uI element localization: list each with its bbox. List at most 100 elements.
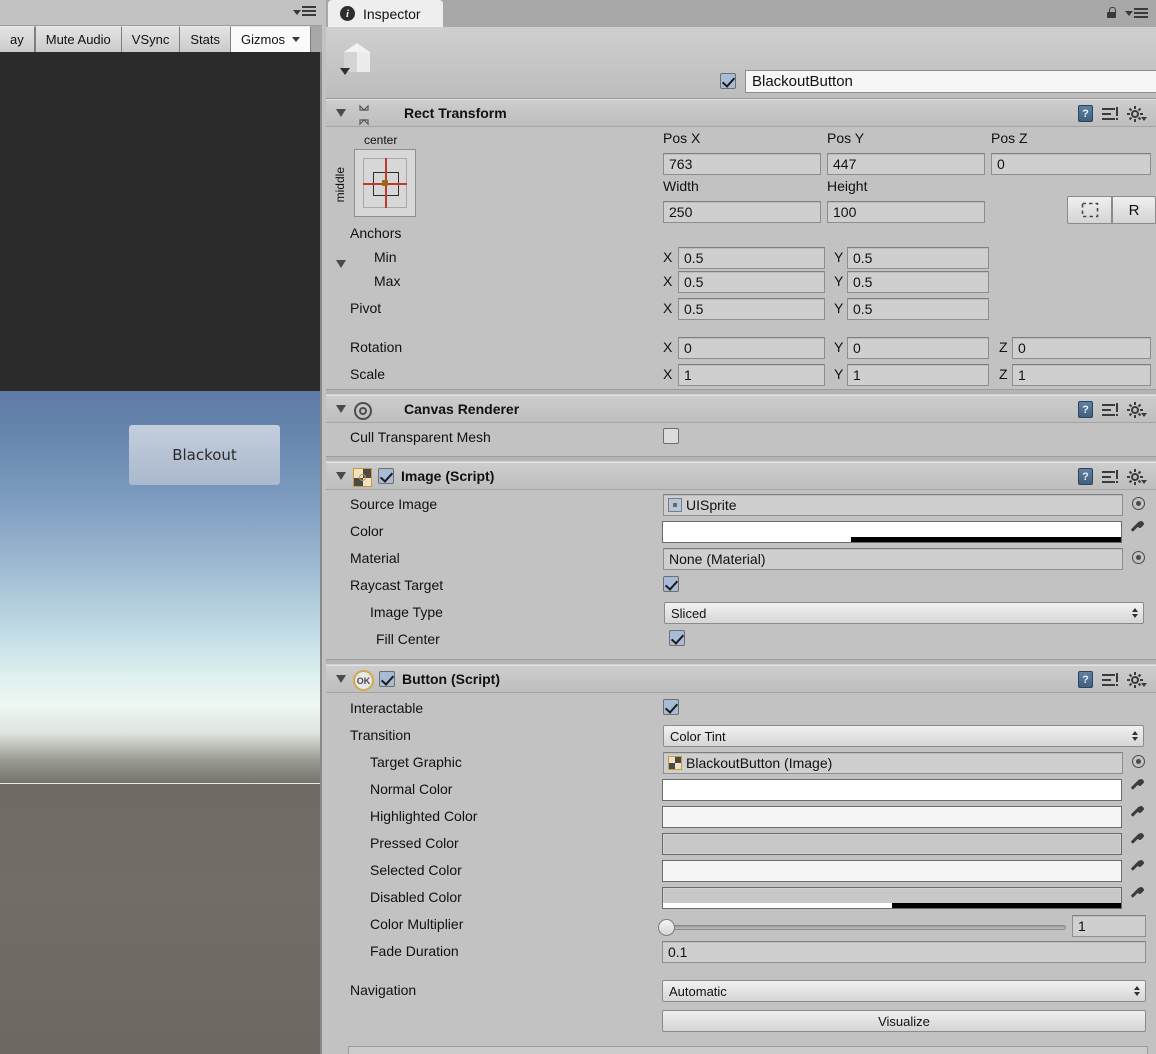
highlighted-color-eyedropper-icon[interactable]: [1128, 806, 1146, 826]
toolbar-button-vsync[interactable]: VSync: [121, 26, 181, 52]
pressed-color-swatch[interactable]: [662, 833, 1122, 855]
component-header-image-script[interactable]: Image (Script) ?: [326, 462, 1156, 490]
foldout-arrow-icon[interactable]: [336, 109, 346, 117]
target-graphic-field[interactable]: BlackoutButton (Image): [663, 752, 1123, 774]
disabled-color-eyedropper-icon[interactable]: [1128, 887, 1146, 907]
image-type-dropdown[interactable]: Sliced: [664, 602, 1144, 624]
source-image-picker-icon[interactable]: [1132, 497, 1145, 510]
transition-dropdown[interactable]: Color Tint: [663, 725, 1144, 747]
pressed-color-eyedropper-icon[interactable]: [1128, 833, 1146, 853]
color-multiplier-input[interactable]: 1: [1072, 915, 1146, 937]
chevron-down-icon: [293, 9, 301, 15]
pos-x-input[interactable]: 763: [663, 153, 821, 175]
settings-gear-icon[interactable]: [1127, 468, 1147, 485]
interactable-checkbox[interactable]: [663, 699, 679, 715]
help-icon[interactable]: ?: [1078, 105, 1093, 122]
foldout-arrow-icon[interactable]: [336, 405, 346, 413]
source-image-field[interactable]: UISprite: [663, 494, 1123, 516]
scale-x-input[interactable]: 1: [678, 364, 825, 386]
settings-gear-icon[interactable]: [1127, 671, 1147, 688]
pivot-y-input[interactable]: 0.5: [847, 298, 989, 320]
scale-z-input[interactable]: 1: [1012, 364, 1151, 386]
pos-z-input[interactable]: 0: [991, 153, 1151, 175]
preset-icon[interactable]: [1102, 402, 1118, 417]
cull-transparent-mesh-checkbox[interactable]: [663, 428, 679, 444]
selected-color-swatch[interactable]: [662, 860, 1122, 882]
anchor-max-x-input[interactable]: 0.5: [678, 271, 825, 293]
axis-y-label: Y: [834, 339, 844, 355]
gameobject-name-input[interactable]: BlackoutButton: [745, 70, 1156, 93]
rotation-x-input[interactable]: 0: [678, 337, 825, 359]
chevron-down-icon: [1125, 11, 1133, 16]
lock-icon[interactable]: [1107, 7, 1116, 18]
preset-icon[interactable]: [1102, 469, 1118, 484]
anchor-preset-button[interactable]: [354, 149, 416, 217]
fill-center-checkbox[interactable]: [669, 630, 685, 646]
color-eyedropper-icon[interactable]: [1128, 521, 1146, 541]
anchor-max-y-input[interactable]: 0.5: [847, 271, 989, 293]
anchor-min-x-input[interactable]: 0.5: [678, 247, 825, 269]
height-input[interactable]: 100: [827, 201, 985, 223]
target-graphic-picker-icon[interactable]: [1132, 755, 1145, 768]
help-icon[interactable]: ?: [1078, 671, 1093, 688]
onclick-event-box[interactable]: On Click (): [348, 1046, 1148, 1054]
disabled-color-swatch[interactable]: [662, 887, 1122, 909]
raycast-target-checkbox[interactable]: [663, 576, 679, 592]
gameobject-header: BlackoutButton Static Tag Untagged Layer…: [326, 27, 1156, 122]
normal-color-eyedropper-icon[interactable]: [1128, 779, 1146, 799]
button-script-body: Interactable Transition Color Tint Targe…: [326, 693, 1156, 1037]
anchor-min-y-input[interactable]: 0.5: [847, 247, 989, 269]
component-header-button-script[interactable]: OK Button (Script) ?: [326, 665, 1156, 693]
button-script-enabled-checkbox[interactable]: [379, 671, 395, 687]
blueprint-mode-button[interactable]: [1067, 196, 1112, 224]
axis-x-label: X: [663, 339, 673, 355]
raw-edit-button[interactable]: R: [1112, 196, 1156, 224]
chevron-down-icon[interactable]: [340, 68, 350, 75]
normal-color-swatch[interactable]: [662, 779, 1122, 801]
preset-icon[interactable]: [1102, 672, 1118, 687]
gameobject-enabled-checkbox[interactable]: [720, 73, 736, 89]
color-multiplier-slider-handle[interactable]: [658, 919, 675, 936]
selected-color-label: Selected Color: [370, 862, 462, 878]
pressed-color-label: Pressed Color: [370, 835, 459, 851]
toolbar-button-mute-audio[interactable]: Mute Audio: [34, 26, 122, 52]
foldout-arrow-icon[interactable]: [336, 472, 346, 480]
material-field[interactable]: None (Material): [663, 548, 1123, 570]
fade-duration-input[interactable]: 0.1: [662, 941, 1146, 963]
navigation-dropdown[interactable]: Automatic: [662, 980, 1146, 1002]
rotation-y-input[interactable]: 0: [847, 337, 989, 359]
image-color-swatch[interactable]: [662, 521, 1122, 543]
width-input[interactable]: 250: [663, 201, 821, 223]
help-icon[interactable]: ?: [1078, 401, 1093, 418]
visualize-button[interactable]: Visualize: [662, 1010, 1146, 1032]
inspector-menu-icon[interactable]: [1125, 7, 1148, 18]
toolbar-button-play[interactable]: ay: [0, 26, 35, 52]
toolbar-button-gizmos[interactable]: Gizmos: [230, 26, 312, 52]
pivot-x-input[interactable]: 0.5: [678, 298, 825, 320]
scene-blackout-button[interactable]: Blackout: [129, 425, 280, 485]
scene-ground: [0, 784, 322, 1054]
component-header-rect-transform[interactable]: Rect Transform ?: [326, 99, 1156, 127]
game-view-menu-icon[interactable]: [293, 6, 316, 16]
pos-y-input[interactable]: 447: [827, 153, 985, 175]
material-picker-icon[interactable]: [1132, 551, 1145, 564]
preset-icon[interactable]: [1102, 106, 1118, 121]
component-title: Image (Script): [401, 468, 495, 484]
pos-z-label: Pos Z: [991, 130, 1028, 146]
help-icon[interactable]: ?: [1078, 468, 1093, 485]
scale-y-input[interactable]: 1: [847, 364, 989, 386]
gameobject-icon[interactable]: [338, 41, 378, 79]
image-script-enabled-checkbox[interactable]: [378, 468, 394, 484]
color-multiplier-slider-track[interactable]: [662, 925, 1066, 930]
foldout-arrow-icon[interactable]: [336, 675, 346, 683]
chevron-down-icon[interactable]: [292, 37, 301, 42]
selected-color-eyedropper-icon[interactable]: [1128, 860, 1146, 880]
toolbar-button-stats[interactable]: Stats: [180, 26, 231, 52]
settings-gear-icon[interactable]: [1127, 105, 1147, 122]
highlighted-color-swatch[interactable]: [662, 806, 1122, 828]
rotation-z-input[interactable]: 0: [1012, 337, 1151, 359]
component-header-canvas-renderer[interactable]: Canvas Renderer ?: [326, 395, 1156, 423]
tab-inspector[interactable]: i Inspector: [328, 0, 443, 27]
settings-gear-icon[interactable]: [1127, 401, 1147, 418]
game-view-canvas[interactable]: Blackout: [0, 52, 322, 1054]
